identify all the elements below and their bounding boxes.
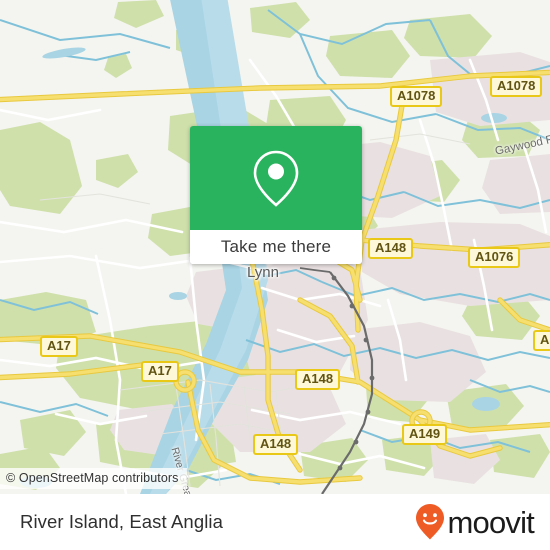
road-shield-a14-edge: A14	[533, 330, 550, 351]
road-shield-a17-east: A17	[141, 361, 179, 382]
road-shield-a149: A149	[402, 424, 448, 445]
road-shield-a17-west: A17	[40, 336, 78, 357]
map-screenshot: King's Lynn Gaywood River River Great Ou…	[0, 0, 550, 550]
road-shield-a1076: A1076	[468, 247, 521, 268]
road-shield-a1078-west: A1078	[390, 86, 443, 107]
cta-button[interactable]: Take me there	[190, 230, 362, 264]
moovit-smiley-pin-icon	[416, 504, 445, 540]
map-pin-icon	[253, 150, 299, 207]
cta-label: Take me there	[220, 237, 332, 256]
cta-icon-area	[190, 126, 362, 230]
take-me-there-card[interactable]: Take me there	[190, 126, 362, 264]
road-shield-a148-north: A148	[368, 238, 414, 259]
moovit-brand[interactable]: moovit	[415, 503, 550, 541]
footer-bar: River Island, East Anglia moovit	[0, 494, 550, 550]
road-shield-a148-mid: A148	[295, 369, 341, 390]
osm-attribution: © OpenStreetMap contributors	[0, 468, 187, 489]
road-shield-a1078-east: A1078	[490, 76, 543, 97]
moovit-wordmark: moovit	[447, 504, 534, 540]
place-title: River Island, East Anglia	[20, 511, 224, 532]
road-shield-a148-south: A148	[253, 434, 299, 455]
